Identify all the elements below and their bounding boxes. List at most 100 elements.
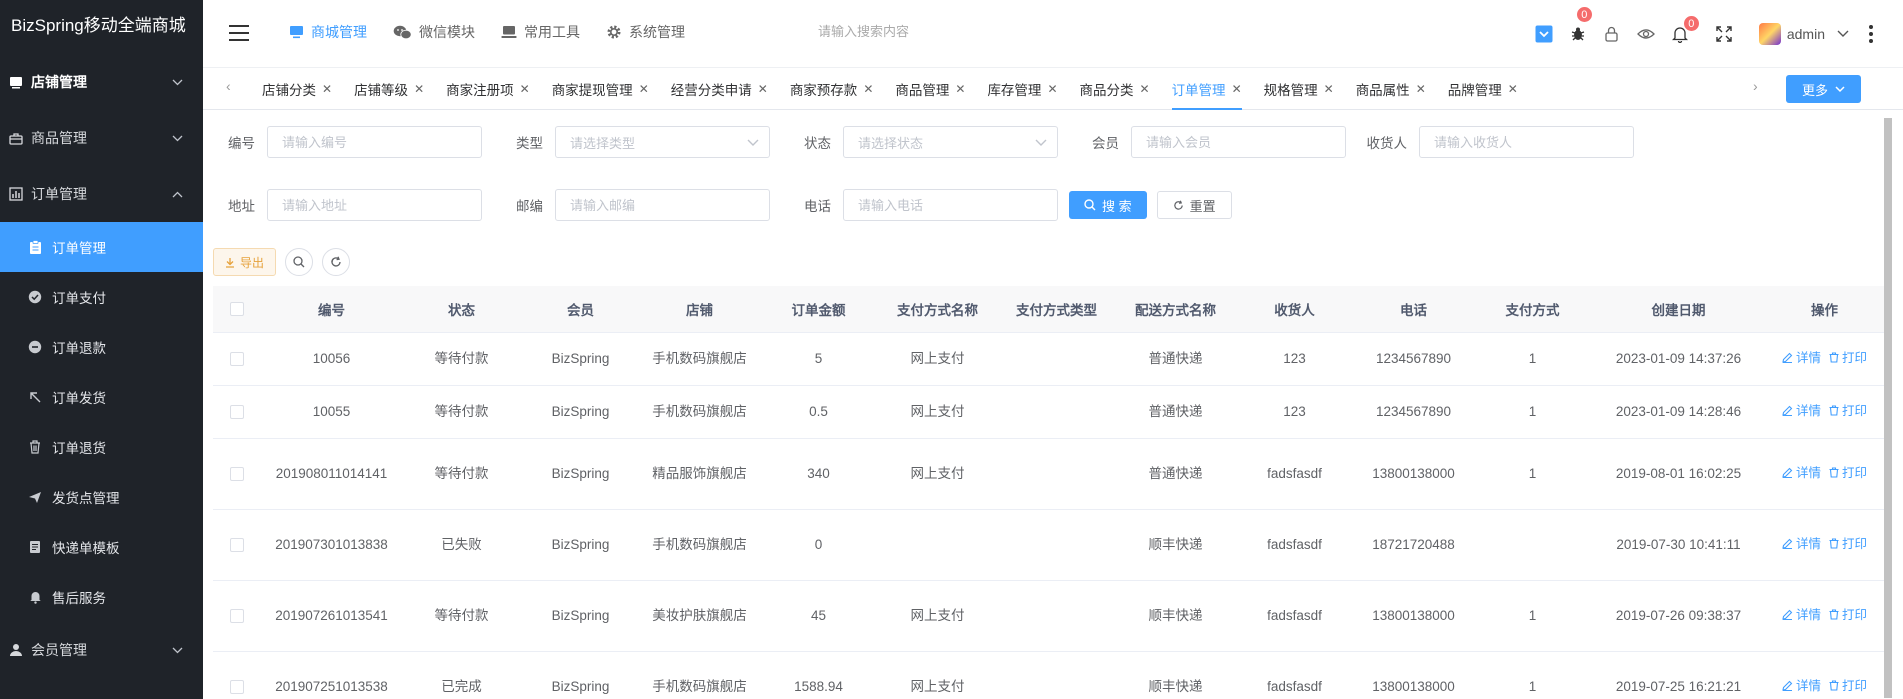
reset-button[interactable]: 重置 [1156, 191, 1232, 219]
sidebar-group-2[interactable]: 订单管理 [0, 166, 203, 222]
code-input[interactable] [267, 126, 482, 158]
member-input[interactable] [1131, 126, 1346, 158]
tab-1[interactable]: 店铺等级 ✕ [343, 68, 435, 110]
sidebar-item-6[interactable]: 快递单模板 [0, 522, 203, 572]
close-icon[interactable]: ✕ [758, 82, 768, 96]
select-all-checkbox[interactable] [230, 302, 244, 317]
sidebar-item-7[interactable]: 售后服务 [0, 572, 203, 622]
user-menu[interactable]: admin [1758, 23, 1849, 45]
sidebar-item-3[interactable]: 订单发货 [0, 372, 203, 422]
table-row[interactable]: 10055 等待付款 BizSpring 手机数码旗舰店 0.5 网上支付 普通快递 123 1… [213, 385, 1884, 439]
detail-link[interactable]: 详情 [1782, 675, 1821, 697]
toggle-search-button[interactable] [285, 248, 314, 276]
bell-icon[interactable]: 0 [1667, 15, 1700, 47]
close-icon[interactable]: ✕ [1508, 82, 1518, 96]
address-input[interactable] [267, 189, 482, 221]
tab-11[interactable]: 商品属性 ✕ [1345, 68, 1437, 110]
sidebar-group-1[interactable]: 商品管理 [0, 110, 203, 166]
detail-link[interactable]: 详情 [1782, 462, 1821, 484]
print-link[interactable]: 打印 [1829, 533, 1867, 555]
tab-8[interactable]: 商品分类 ✕ [1069, 68, 1161, 110]
row-checkbox[interactable] [230, 608, 244, 623]
column-header: 创建日期 [1592, 286, 1765, 333]
status-select[interactable]: 请选择状态 [843, 126, 1058, 158]
print-link[interactable]: 打印 [1829, 400, 1867, 422]
topnav-item-2[interactable]: 常用工具 [501, 22, 580, 42]
global-search-input[interactable] [818, 24, 1038, 39]
close-icon[interactable]: ✕ [955, 82, 965, 96]
column-header: 状态 [402, 286, 521, 333]
row-checkbox[interactable] [230, 466, 244, 481]
detail-link[interactable]: 详情 [1782, 604, 1821, 626]
tabs-scroll-right-icon[interactable]: › [1753, 78, 1758, 94]
print-link[interactable]: 打印 [1829, 347, 1867, 369]
detail-link[interactable]: 详情 [1782, 400, 1821, 422]
detail-link[interactable]: 详情 [1782, 347, 1821, 369]
tab-6[interactable]: 商品管理 ✕ [884, 68, 976, 110]
table-row[interactable]: 201907301013838 已失败 BizSpring 手机数码旗舰店 0 顺丰快递 f… [213, 509, 1884, 581]
close-icon[interactable]: ✕ [863, 82, 873, 96]
topnav-item-3[interactable]: 系统管理 [606, 22, 685, 42]
sidebar-group-0[interactable]: 店铺管理 [0, 54, 203, 110]
close-icon[interactable]: ✕ [1047, 82, 1057, 96]
topnav-item-1[interactable]: 微信模块 [393, 22, 475, 42]
row-checkbox[interactable] [230, 679, 244, 694]
search-button[interactable]: 搜 索 [1069, 191, 1147, 219]
receiver-input[interactable] [1419, 126, 1634, 158]
export-button[interactable]: 导出 [213, 248, 277, 276]
row-checkbox[interactable] [230, 351, 244, 366]
row-checkbox[interactable] [230, 404, 244, 419]
close-icon[interactable]: ✕ [1324, 82, 1334, 96]
cell-ship: 普通快递 [1116, 385, 1235, 439]
table-row[interactable]: 201907261013541 等待付款 BizSpring 美妆护肤旗舰店 45 网上支… [213, 580, 1884, 652]
print-link[interactable]: 打印 [1829, 604, 1867, 626]
sidebar-item-0[interactable]: 订单管理 [0, 222, 203, 272]
tab-3[interactable]: 商家提现管理 ✕ [541, 68, 660, 110]
sidebar-item-5[interactable]: 发货点管理 [0, 472, 203, 522]
table-row[interactable]: 201908011014141 等待付款 BizSpring 精品服饰旗舰店 340 网上… [213, 438, 1884, 510]
layout-toggle-icon[interactable] [1531, 21, 1557, 47]
fullscreen-icon[interactable] [1711, 21, 1737, 47]
topnav-item-0[interactable]: 商城管理 [289, 22, 367, 42]
tab-2[interactable]: 商家注册项 ✕ [435, 68, 541, 110]
tab-12[interactable]: 品牌管理 ✕ [1437, 68, 1529, 110]
type-select[interactable]: 请选择类型 [555, 126, 770, 158]
sidebar-item-1[interactable]: 订单支付 [0, 272, 203, 322]
phone-input[interactable] [843, 189, 1058, 221]
close-icon[interactable]: ✕ [414, 82, 424, 96]
bug-icon[interactable]: 0 [1565, 6, 1593, 47]
zipcode-input[interactable] [555, 189, 770, 221]
close-icon[interactable]: ✕ [322, 82, 332, 96]
cell-pay-name: 网上支付 [878, 438, 997, 510]
sidebar-item-4[interactable]: 订单退货 [0, 422, 203, 472]
sidebar-item-2[interactable]: 订单退款 [0, 322, 203, 372]
print-link[interactable]: 打印 [1829, 675, 1867, 697]
tab-5[interactable]: 商家预存款 ✕ [779, 68, 885, 110]
sidebar-group-member[interactable]: 会员管理 [0, 622, 203, 678]
eye-icon[interactable] [1633, 21, 1659, 47]
print-link[interactable]: 打印 [1829, 462, 1867, 484]
row-checkbox[interactable] [230, 537, 244, 552]
tab-0[interactable]: 店铺分类 ✕ [251, 68, 343, 110]
tab-9[interactable]: 订单管理 ✕ [1161, 68, 1253, 110]
edit-icon [1782, 538, 1793, 550]
type-select-placeholder: 请选择类型 [570, 135, 636, 151]
tab-10[interactable]: 规格管理 ✕ [1253, 68, 1345, 110]
hamburger-menu-icon[interactable] [229, 25, 249, 41]
detail-link[interactable]: 详情 [1782, 533, 1821, 555]
tab-7[interactable]: 库存管理 ✕ [976, 68, 1068, 110]
more-tabs-button[interactable]: 更多 [1786, 75, 1861, 103]
refresh-table-button[interactable] [322, 248, 351, 276]
close-icon[interactable]: ✕ [1232, 82, 1242, 96]
tab-4[interactable]: 经营分类申请 ✕ [660, 68, 779, 110]
content-scrollbar[interactable] [1884, 118, 1892, 698]
close-icon[interactable]: ✕ [639, 82, 649, 96]
close-icon[interactable]: ✕ [1416, 82, 1426, 96]
tabs-scroll-left-icon[interactable]: ‹ [226, 78, 231, 94]
more-vertical-icon[interactable] [1869, 25, 1873, 43]
close-icon[interactable]: ✕ [1140, 82, 1150, 96]
lock-icon[interactable] [1599, 21, 1625, 47]
close-icon[interactable]: ✕ [520, 82, 530, 96]
table-row[interactable]: 10056 等待付款 BizSpring 手机数码旗舰店 5 网上支付 普通快递 123 123… [213, 332, 1884, 386]
table-row[interactable]: 201907251013538 已完成 BizSpring 手机数码旗舰店 1588.9… [213, 651, 1884, 699]
